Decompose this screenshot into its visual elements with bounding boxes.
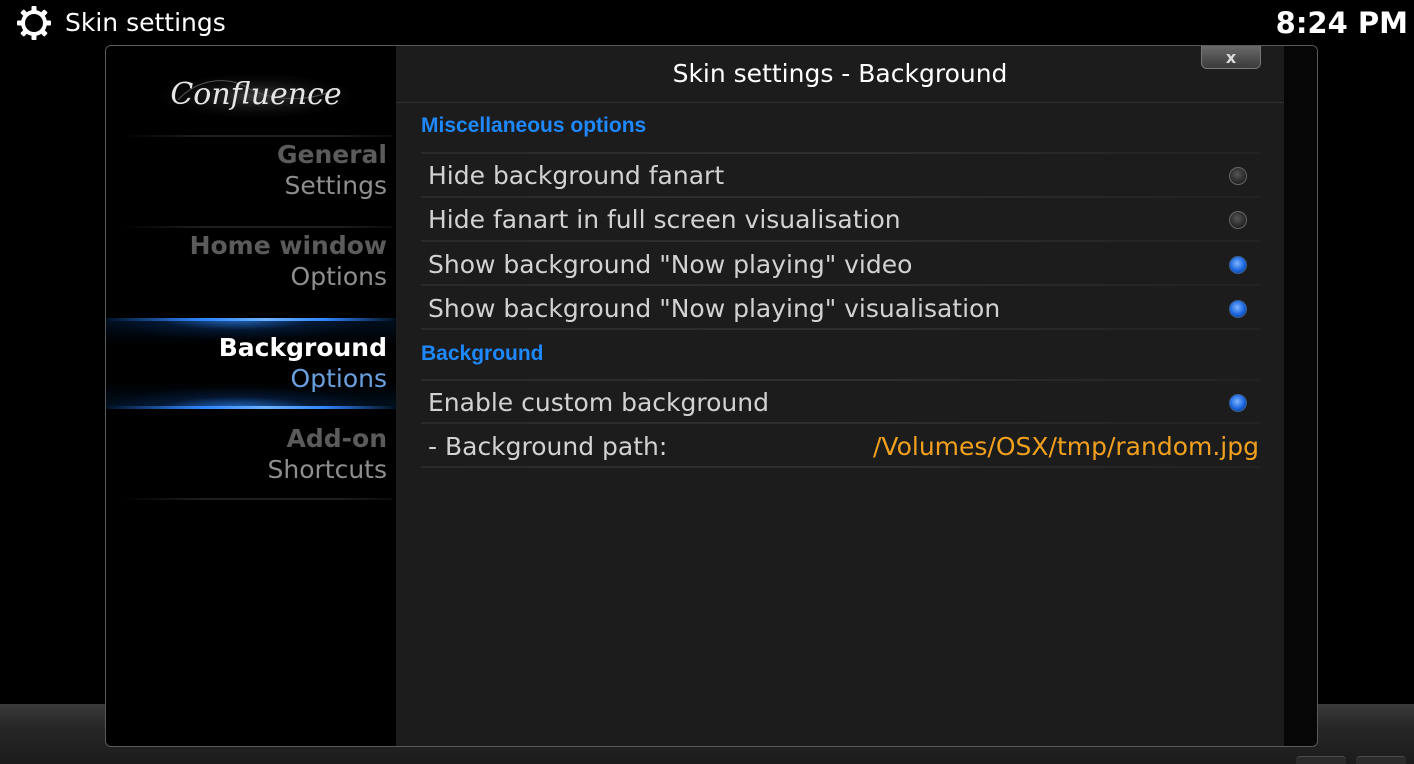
setting-row-now-playing-video[interactable]: Show background "Now playing" video	[423, 243, 1259, 287]
sidebar-item-title: Home window	[189, 231, 387, 260]
setting-label: - Background path:	[428, 432, 668, 461]
divider	[120, 498, 392, 500]
setting-label: Show background "Now playing" video	[428, 250, 913, 279]
radio-off-icon[interactable]	[1229, 167, 1247, 185]
radio-off-icon[interactable]	[1229, 211, 1247, 229]
radio-on-icon[interactable]	[1229, 256, 1247, 274]
bottom-tab	[1356, 756, 1406, 764]
radio-on-icon[interactable]	[1229, 300, 1247, 318]
content-panel: Skin settings - Background x Miscellaneo…	[396, 46, 1284, 746]
setting-row-custom-background[interactable]: Enable custom background	[423, 381, 1259, 425]
divider	[421, 422, 1259, 424]
setting-label: Hide background fanart	[428, 161, 725, 190]
divider	[421, 466, 1259, 468]
radio-on-icon[interactable]	[1229, 394, 1247, 412]
setting-label: Enable custom background	[428, 388, 769, 417]
divider	[421, 328, 1259, 330]
bottom-tab	[1296, 756, 1346, 764]
confluence-logo: Confluence	[160, 74, 352, 118]
sidebar-item-title: Add-on	[286, 424, 388, 453]
background-path-value: /Volumes/OSX/tmp/random.jpg	[873, 432, 1259, 461]
settings-dialog: Confluence General Settings Home window …	[105, 45, 1318, 747]
dialog-title: Skin settings - Background	[672, 59, 1008, 88]
gear-icon	[17, 6, 51, 40]
sidebar-item-subtitle: Options	[290, 262, 387, 291]
setting-row-hide-fanart[interactable]: Hide background fanart	[423, 154, 1259, 198]
screen: Skin settings 8:24 PM Confluence General…	[0, 0, 1414, 764]
sidebar-item-background[interactable]: Background Options	[106, 318, 396, 409]
svg-text:Confluence: Confluence	[170, 77, 341, 112]
sidebar-item-home-window[interactable]: Home window Options	[106, 228, 396, 316]
window-title: Skin settings	[65, 8, 226, 37]
sidebar-item-title: General	[277, 140, 387, 169]
setting-label: Hide fanart in full screen visualisation	[428, 205, 901, 234]
selection-glow	[106, 318, 396, 321]
sidebar: Confluence General Settings Home window …	[106, 46, 396, 746]
sidebar-item-general[interactable]: General Settings	[106, 137, 396, 225]
section-header-background: Background	[421, 342, 544, 365]
sidebar-item-subtitle: Options	[290, 364, 387, 393]
clock: 8:24 PM	[1275, 6, 1408, 40]
setting-row-background-path[interactable]: - Background path: /Volumes/OSX/tmp/rand…	[423, 425, 1259, 469]
sidebar-item-subtitle: Shortcuts	[267, 455, 387, 484]
section-header-misc: Miscellaneous options	[421, 114, 647, 137]
setting-row-hide-fanart-fullscreen[interactable]: Hide fanart in full screen visualisation	[423, 198, 1259, 242]
divider	[421, 240, 1259, 242]
sidebar-item-addon-shortcuts[interactable]: Add-on Shortcuts	[106, 410, 396, 498]
close-button[interactable]: x	[1201, 46, 1261, 69]
divider	[396, 102, 1284, 103]
sidebar-item-title: Background	[218, 333, 387, 362]
divider	[421, 284, 1259, 286]
sidebar-item-subtitle: Settings	[284, 171, 387, 200]
dialog-edge	[1284, 46, 1317, 746]
selection-glow	[106, 406, 396, 409]
setting-label: Show background "Now playing" visualisat…	[428, 294, 1001, 323]
setting-row-now-playing-visualisation[interactable]: Show background "Now playing" visualisat…	[423, 287, 1259, 331]
